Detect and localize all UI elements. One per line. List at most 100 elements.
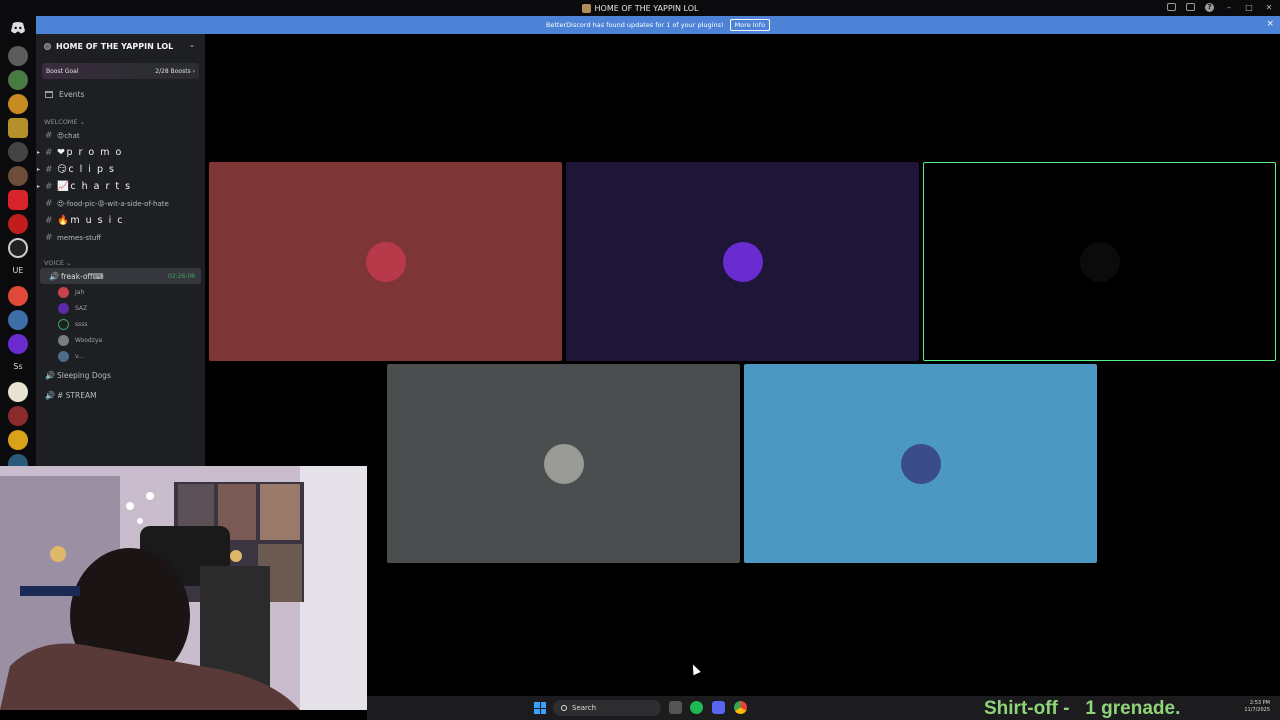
server-icon[interactable] <box>8 166 28 186</box>
voice-user-name: v... <box>75 352 84 360</box>
text-channel[interactable]: # 🔥m u s i c <box>36 212 205 229</box>
channel-name: memes-stuff <box>57 233 102 242</box>
server-icon[interactable] <box>8 286 28 306</box>
category-welcome[interactable]: WELCOME ⌄ <box>36 117 205 127</box>
speaker-icon: 🔊 <box>45 371 55 380</box>
maximize-icon[interactable]: □ <box>1244 2 1254 12</box>
speaker-icon: 🔊 <box>49 271 59 281</box>
clock-date: 11/7/2025 <box>1244 707 1270 713</box>
tile-user-2[interactable] <box>566 162 919 361</box>
channel-name: 🔥m u s i c <box>57 215 124 226</box>
minimize-icon[interactable]: – <box>1224 2 1234 12</box>
tile-user-5[interactable] <box>744 364 1097 563</box>
unread-bullet-icon: ▸ <box>37 183 42 190</box>
hash-icon: # <box>45 198 53 209</box>
boost-goal[interactable]: Boost Goal 2/28 Boosts › <box>42 63 199 79</box>
text-channel[interactable]: # 😍-food-pic-😡-wit-a-side-of-hate <box>36 195 205 212</box>
server-icon[interactable] <box>8 430 28 450</box>
stream-overlay-text: Shirt-off - 1 grenade. <box>984 698 1181 719</box>
search-icon <box>561 705 567 711</box>
text-channel[interactable]: ▸ # 😏c l i p s <box>36 161 205 178</box>
taskbar: Search Shirt-off - 1 grenade. 2:53 PM 11… <box>367 696 1280 720</box>
server-header[interactable]: HOME OF THE YAPPIN LOL ⌄ <box>36 34 205 58</box>
chevron-down-icon: ⌄ <box>189 41 195 49</box>
search-placeholder: Search <box>572 704 597 712</box>
voice-user[interactable]: Woodzya <box>36 332 205 348</box>
update-notice: BetterDiscord has found updates for 1 of… <box>36 16 1280 34</box>
server-icon[interactable] <box>8 190 28 210</box>
server-icon[interactable] <box>8 214 28 234</box>
webcam-feed <box>0 466 367 710</box>
windows-start-icon[interactable] <box>534 702 546 714</box>
text-channel[interactable]: # memes-stuff <box>36 229 205 246</box>
server-icon[interactable] <box>8 94 28 114</box>
server-icon[interactable] <box>8 310 28 330</box>
text-channel[interactable]: # 😍chat <box>36 127 205 144</box>
boost-label: Boost Goal <box>46 67 79 75</box>
avatar <box>722 241 763 282</box>
calendar-icon <box>45 91 53 98</box>
help-icon[interactable]: ? <box>1205 2 1214 12</box>
system-clock[interactable]: 2:53 PM 11/7/2025 <box>1244 700 1270 714</box>
hash-icon: # <box>45 181 55 192</box>
server-icon[interactable] <box>8 238 28 258</box>
hash-icon: # <box>45 147 55 158</box>
voice-user[interactable]: v... <box>36 348 205 364</box>
voice-user[interactable]: Jah <box>36 284 205 300</box>
spotify-icon[interactable] <box>690 701 703 714</box>
server-name: HOME OF THE YAPPIN LOL <box>56 41 174 51</box>
server-icon[interactable] <box>8 142 28 162</box>
server-icon <box>581 3 591 13</box>
server-icon[interactable] <box>8 118 28 138</box>
voice-channel[interactable]: 🔊 # STREAM <box>36 387 205 404</box>
tile-user-3[interactable] <box>923 162 1276 361</box>
screen-icon[interactable] <box>1186 3 1195 11</box>
more-info-button[interactable]: More Info <box>729 19 771 31</box>
close-icon[interactable]: ✕ <box>1264 2 1274 12</box>
notice-text: BetterDiscord has found updates for 1 of… <box>545 21 724 29</box>
server-icon[interactable] <box>8 46 28 66</box>
avatar <box>543 443 584 484</box>
voice-channel-active[interactable]: 🔊 freak-off⌨ 02:26:08 <box>40 268 201 284</box>
avatar <box>1079 241 1120 282</box>
hash-icon: # <box>45 215 55 226</box>
voice-user-name: SAZ <box>75 304 88 312</box>
server-icon[interactable] <box>8 334 28 354</box>
voice-channel-name: freak-off⌨ <box>61 271 104 281</box>
discord-logo-icon[interactable] <box>10 22 26 34</box>
notice-close-icon[interactable]: × <box>1266 19 1274 29</box>
hash-icon: # <box>45 130 53 141</box>
server-icon[interactable] <box>8 406 28 426</box>
server-icon[interactable]: Ss <box>8 362 28 371</box>
task-view-icon[interactable] <box>669 701 682 714</box>
channel-name: 😏c l i p s <box>57 164 116 175</box>
voice-channel-name: Sleeping Dogs <box>57 371 111 380</box>
server-icon[interactable] <box>8 382 28 402</box>
server-badge-icon <box>44 42 51 50</box>
voice-user[interactable]: SAZ <box>36 300 205 316</box>
category-voice[interactable]: VOICE ⌄ <box>36 258 205 268</box>
clock-time: 2:53 PM <box>1249 700 1270 706</box>
channel-name: 😍chat <box>57 131 80 140</box>
server-icon[interactable] <box>8 70 28 90</box>
events-item[interactable]: Events <box>36 84 205 105</box>
voice-user[interactable]: ssss <box>36 316 205 332</box>
text-channel[interactable]: ▸ # ❤p r o m o <box>36 144 205 161</box>
chrome-icon[interactable] <box>734 701 747 714</box>
voice-channel[interactable]: 🔊 Sleeping Dogs <box>36 367 205 384</box>
taskbar-search[interactable]: Search <box>553 700 661 716</box>
text-channel[interactable]: ▸ # 📈c h a r t s <box>36 178 205 195</box>
avatar <box>58 302 69 314</box>
events-label: Events <box>59 90 85 99</box>
tile-user-1[interactable] <box>209 162 562 361</box>
webcam-overlay <box>0 466 367 710</box>
unread-bullet-icon: ▸ <box>37 149 42 156</box>
title-bar: HOME OF THE YAPPIN LOL ? – □ ✕ <box>0 0 1280 16</box>
avatar <box>58 286 69 298</box>
discord-icon[interactable] <box>712 701 725 714</box>
server-icon[interactable]: UE <box>8 266 28 275</box>
inbox-icon[interactable] <box>1167 3 1176 11</box>
tile-user-4[interactable] <box>387 364 740 563</box>
avatar <box>58 350 69 362</box>
avatar <box>58 334 69 346</box>
